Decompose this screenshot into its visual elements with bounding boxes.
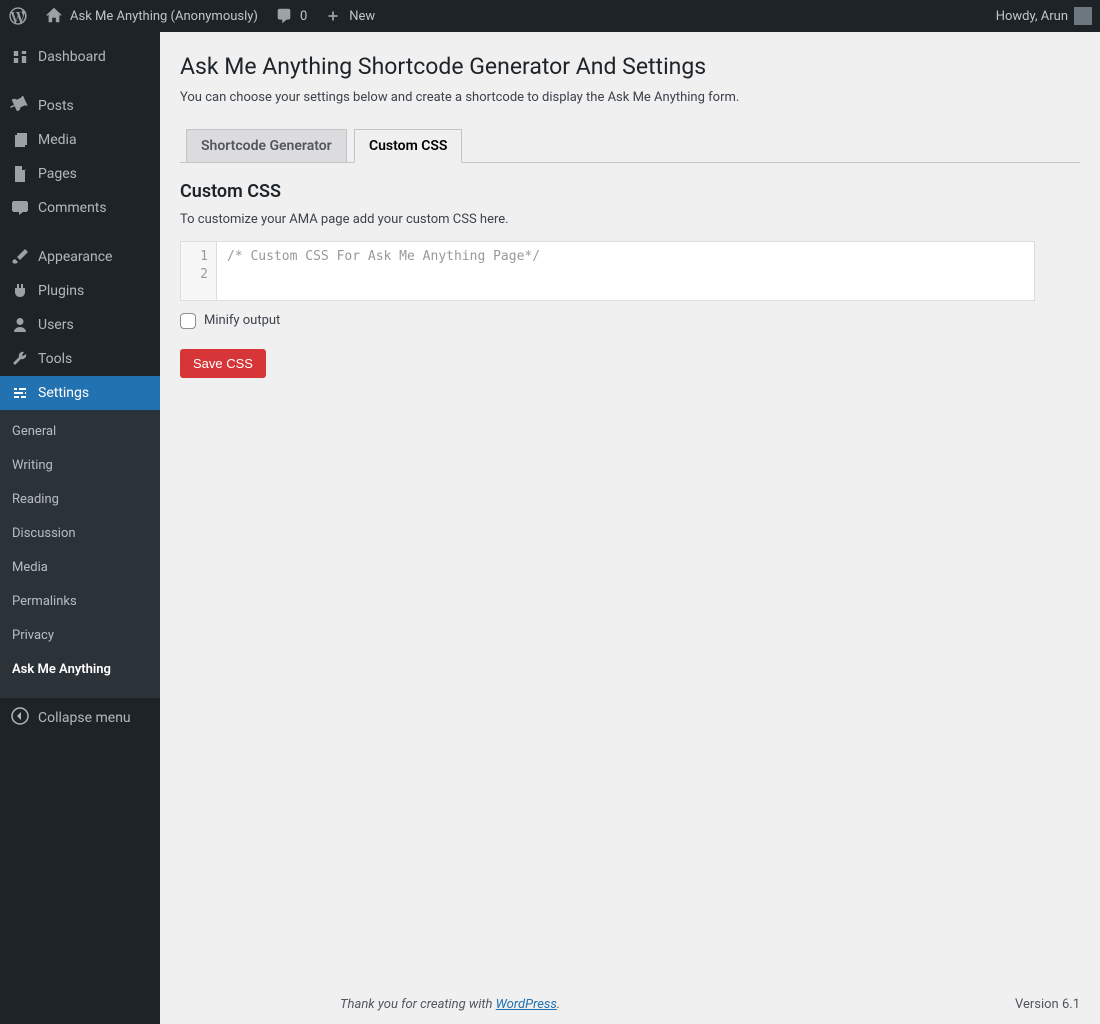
- submenu-permalinks[interactable]: Permalinks: [0, 588, 160, 622]
- wrench-icon: [10, 349, 30, 369]
- sidebar-item-pages[interactable]: Pages: [0, 157, 160, 191]
- sidebar-item-label: Comments: [38, 200, 107, 216]
- submenu-discussion[interactable]: Discussion: [0, 520, 160, 554]
- comment-icon: [274, 6, 294, 26]
- sidebar-item-posts[interactable]: Posts: [0, 89, 160, 123]
- new-label: New: [349, 9, 375, 24]
- footer: Thank you for creating with WordPress. V…: [340, 997, 1080, 1012]
- pin-icon: [10, 96, 30, 116]
- page-description: You can choose your settings below and c…: [180, 90, 1080, 105]
- submenu-media[interactable]: Media: [0, 554, 160, 588]
- tab-custom-css[interactable]: Custom CSS: [354, 129, 463, 163]
- new-content-link[interactable]: New: [315, 0, 383, 32]
- media-icon: [10, 130, 30, 150]
- tabs: Shortcode Generator Custom CSS: [180, 125, 1080, 163]
- footer-thankyou: Thank you for creating with: [340, 997, 496, 1012]
- howdy-text: Howdy, Arun: [996, 9, 1068, 24]
- collapse-label: Collapse menu: [38, 710, 131, 726]
- sidebar-item-dashboard[interactable]: Dashboard: [0, 40, 160, 74]
- admin-sidebar: Dashboard Posts Media Pages Comments App…: [0, 32, 160, 1024]
- adminbar: Ask Me Anything (Anonymously) 0 New Howd…: [0, 0, 1100, 32]
- submenu-reading[interactable]: Reading: [0, 486, 160, 520]
- sidebar-item-comments[interactable]: Comments: [0, 191, 160, 225]
- minify-checkbox[interactable]: [180, 313, 196, 329]
- sidebar-item-tools[interactable]: Tools: [0, 342, 160, 376]
- sidebar-item-label: Dashboard: [38, 49, 106, 65]
- sidebar-item-label: Plugins: [38, 283, 84, 299]
- brush-icon: [10, 247, 30, 267]
- page-icon: [10, 164, 30, 184]
- my-account-link[interactable]: Howdy, Arun: [988, 0, 1100, 32]
- settings-submenu: General Writing Reading Discussion Media…: [0, 410, 160, 698]
- section-description: To customize your AMA page add your cust…: [180, 212, 1080, 227]
- sidebar-item-label: Users: [38, 317, 74, 333]
- sidebar-item-users[interactable]: Users: [0, 308, 160, 342]
- footer-wp-link[interactable]: WordPress: [496, 997, 557, 1012]
- line-number: 1: [189, 248, 208, 266]
- collapse-icon: [10, 706, 30, 730]
- home-icon: [44, 6, 64, 26]
- sidebar-item-label: Appearance: [38, 249, 112, 265]
- tab-shortcode-generator[interactable]: Shortcode Generator: [186, 129, 347, 162]
- sidebar-item-appearance[interactable]: Appearance: [0, 240, 160, 274]
- css-editor[interactable]: 1 2 /* Custom CSS For Ask Me Anything Pa…: [180, 241, 1035, 301]
- dashboard-icon: [10, 47, 30, 67]
- wp-logo[interactable]: [0, 0, 36, 32]
- content-area: Ask Me Anything Shortcode Generator And …: [160, 32, 1100, 1024]
- sidebar-item-plugins[interactable]: Plugins: [0, 274, 160, 308]
- sidebar-item-label: Pages: [38, 166, 77, 182]
- plus-icon: [323, 6, 343, 26]
- submenu-ama[interactable]: Ask Me Anything: [0, 656, 160, 690]
- save-css-button[interactable]: Save CSS: [180, 349, 266, 378]
- avatar: [1074, 7, 1092, 25]
- comment-icon: [10, 198, 30, 218]
- minify-label[interactable]: Minify output: [204, 313, 280, 328]
- collapse-menu[interactable]: Collapse menu: [0, 698, 160, 738]
- section-heading: Custom CSS: [180, 181, 1080, 202]
- editor-gutter: 1 2: [181, 242, 217, 300]
- user-icon: [10, 315, 30, 335]
- sidebar-item-label: Settings: [38, 385, 89, 401]
- submenu-writing[interactable]: Writing: [0, 452, 160, 486]
- site-name: Ask Me Anything (Anonymously): [70, 9, 258, 24]
- comments-link[interactable]: 0: [266, 0, 315, 32]
- plugin-icon: [10, 281, 30, 301]
- sidebar-item-label: Posts: [38, 98, 74, 114]
- sidebar-item-label: Media: [38, 132, 77, 148]
- comments-count: 0: [300, 9, 307, 24]
- page-title: Ask Me Anything Shortcode Generator And …: [180, 52, 1080, 82]
- submenu-privacy[interactable]: Privacy: [0, 622, 160, 656]
- editor-content[interactable]: /* Custom CSS For Ask Me Anything Page*/: [217, 242, 1034, 300]
- footer-version: Version 6.1: [1015, 997, 1080, 1012]
- sliders-icon: [10, 383, 30, 403]
- submenu-general[interactable]: General: [0, 418, 160, 452]
- sidebar-item-media[interactable]: Media: [0, 123, 160, 157]
- sidebar-item-settings[interactable]: Settings: [0, 376, 160, 410]
- site-name-link[interactable]: Ask Me Anything (Anonymously): [36, 0, 266, 32]
- line-number: 2: [189, 266, 208, 284]
- sidebar-item-label: Tools: [38, 351, 72, 367]
- wordpress-icon: [8, 6, 28, 26]
